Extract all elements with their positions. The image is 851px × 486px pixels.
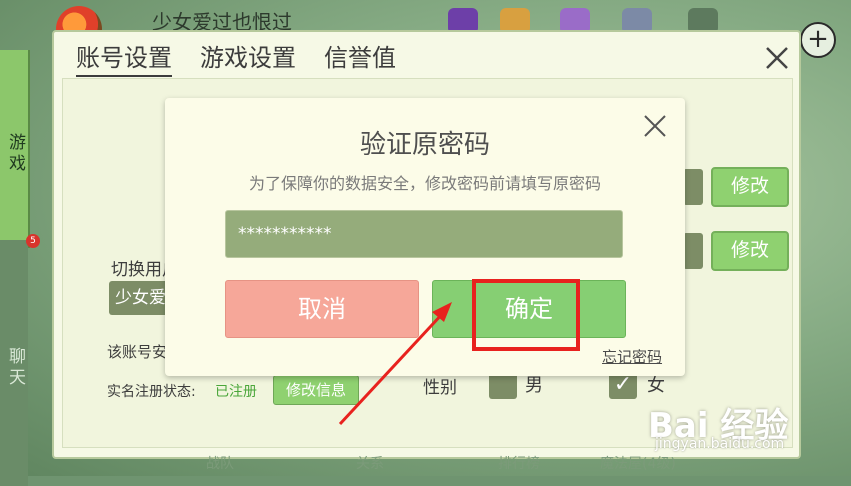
watermark-url: jingyan.baidu.com [655,436,785,452]
